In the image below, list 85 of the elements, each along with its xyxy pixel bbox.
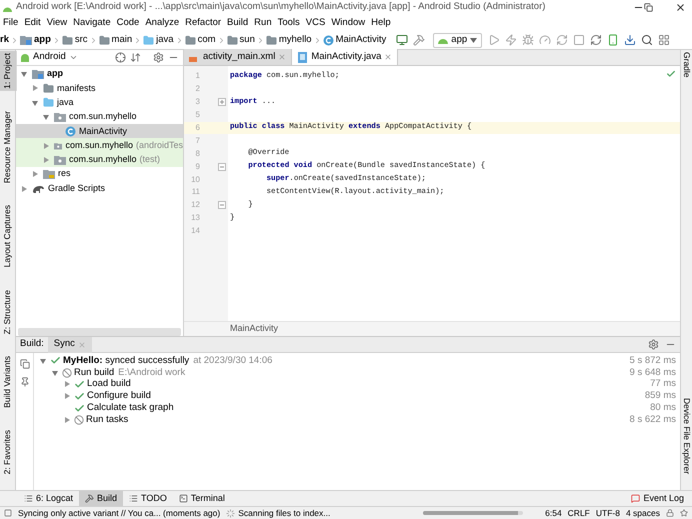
menu-item[interactable]: Code (116, 16, 140, 30)
build-step[interactable]: MyHello: synced successfully (63, 354, 190, 368)
menu-item[interactable]: File (3, 16, 18, 30)
line-number: 10 (190, 174, 200, 186)
caret-position[interactable]: 6:54 (545, 506, 562, 519)
menu-item[interactable]: View (46, 16, 68, 30)
tree-item[interactable]: Gradle Scripts (16, 181, 183, 196)
line-number: 3 (194, 96, 200, 108)
build-step[interactable]: Load build (87, 377, 131, 392)
tree-item[interactable]: app (16, 67, 183, 82)
menu-item[interactable]: Help (371, 16, 391, 30)
tree-item[interactable]: com.sun.myhello (androidTes (16, 138, 183, 153)
tool-window-tab[interactable]: Resource Manager (0, 108, 17, 186)
line-number: 12 (190, 199, 200, 212)
breadcrumb-item[interactable]: src (62, 32, 88, 48)
tool-window-tab[interactable]: Terminal (172, 490, 231, 506)
panel-tab[interactable]: Sync (48, 336, 92, 352)
tree-item[interactable]: com.sun.myhello (16, 110, 183, 124)
tool-window-tab[interactable]: Build Variants (0, 354, 17, 410)
duration: 5 s 872 ms (630, 354, 676, 368)
menu-item[interactable]: Build (227, 16, 248, 30)
menu-item[interactable]: Analyze (145, 16, 180, 30)
tool-window-tab[interactable]: 1: Project (0, 51, 17, 91)
tool-window-tab[interactable]: 2: Favorites (0, 428, 17, 476)
build-step[interactable]: Run tasks (86, 412, 128, 428)
breadcrumb-item[interactable]: sun (226, 32, 255, 48)
line-number: 9 (194, 160, 200, 173)
breadcrumb-item[interactable]: myhello (266, 32, 312, 48)
duration: 77 ms (650, 377, 676, 391)
window-title: Android work [E:\Android work] - ...\app\src\main\java\com\sun\myhello\MainActivity.java [app] - Android Studio (Administrator) (16, 0, 546, 14)
build-step[interactable]: Configure build (87, 389, 151, 404)
tool-window-tab[interactable]: 6: Logcat (18, 490, 80, 506)
build-step[interactable]: Calculate task graph (87, 400, 174, 416)
project-view-dropdown[interactable]: Android (20, 50, 78, 65)
breadcrumb-item[interactable]: main (98, 32, 132, 48)
line-number: 8 (194, 148, 200, 160)
tool-window-tab[interactable]: Layout Captures (0, 203, 17, 270)
line-separator[interactable]: CRLF (568, 506, 590, 519)
menu-item[interactable]: Refactor (185, 16, 222, 30)
line-number: 1 (194, 70, 200, 82)
menu-item[interactable]: Window (331, 16, 366, 30)
tool-window-tab[interactable]: Z: Structure (0, 288, 17, 336)
breadcrumb-item[interactable]: com (184, 32, 216, 48)
panel-label: Build: (19, 337, 45, 352)
status-message: Syncing only active variant // You ca... (moments ago) (18, 506, 220, 519)
line-number: 13 (190, 212, 200, 224)
build-detail: E:\Android work (118, 366, 186, 379)
menu-item[interactable]: Tools (278, 16, 300, 30)
breadcrumb-item[interactable]: app (20, 32, 51, 48)
menu-item[interactable]: Edit (24, 16, 41, 30)
line-number: 5 (194, 109, 200, 122)
tree-item[interactable]: java (16, 96, 183, 110)
duration: 8 s 622 ms (630, 412, 676, 427)
breadcrumb-item[interactable]: MainActivity (322, 32, 386, 48)
code-breadcrumb[interactable]: MainActivity (230, 322, 278, 336)
line-number: 14 (190, 225, 200, 238)
tree-item[interactable]: manifests (16, 81, 183, 96)
tool-window-tab[interactable]: Build (79, 490, 124, 506)
build-step[interactable]: Run build (74, 366, 114, 380)
breadcrumb-item[interactable]: rk (0, 32, 9, 48)
tool-window-tab[interactable]: Device File Explorer (680, 398, 692, 474)
line-number: 11 (190, 186, 200, 198)
line-number: 7 (194, 134, 200, 147)
editor-tab[interactable]: MainActivity.java (292, 49, 398, 65)
duration: 859 ms (644, 389, 676, 403)
menu-item[interactable]: VCS (306, 16, 326, 30)
tree-item[interactable]: MainActivity (16, 124, 183, 138)
duration: 9 s 648 ms (630, 366, 676, 380)
menu-item[interactable]: Run (254, 16, 272, 30)
editor-tab[interactable]: activity_main.xml (184, 49, 292, 65)
duration: 80 ms (650, 400, 676, 415)
tree-item[interactable]: res (16, 167, 183, 182)
indent-setting[interactable]: 4 spaces (626, 506, 660, 519)
tool-window-tab[interactable]: TODO (123, 490, 173, 506)
event-log-tab[interactable]: Event Log (623, 492, 692, 506)
tool-window-tab[interactable]: Gradle (680, 52, 692, 78)
breadcrumb-item[interactable]: java (143, 32, 174, 48)
tree-item[interactable]: com.sun.myhello (test) (16, 152, 183, 168)
build-detail: at 2023/9/30 14:06 (193, 354, 272, 368)
menu-item[interactable]: Navigate (73, 16, 111, 30)
line-number: 2 (194, 83, 200, 96)
run-configuration-dropdown[interactable]: app (433, 32, 482, 48)
status-task: Scanning files to index... (238, 506, 330, 519)
line-number: 6 (194, 122, 200, 134)
file-encoding[interactable]: UTF-8 (596, 506, 620, 519)
